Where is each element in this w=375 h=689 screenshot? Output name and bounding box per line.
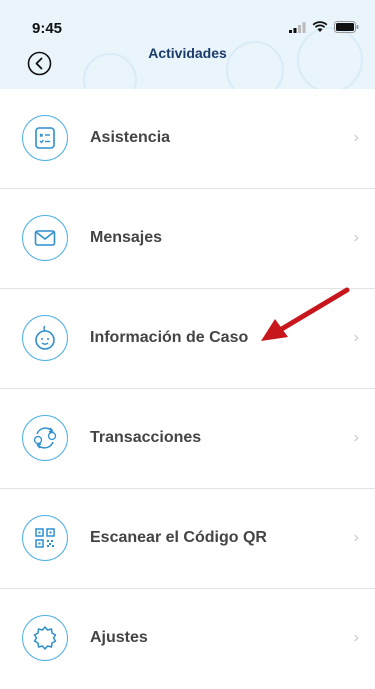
app-header: 9:45 Actividades <box>0 0 375 89</box>
status-time: 9:45 <box>32 20 63 37</box>
red-arrow-annotation <box>261 287 350 341</box>
menu-item-label: Asistencia <box>90 129 171 146</box>
menu-item-ajustes[interactable]: Ajustes › <box>0 589 375 689</box>
menu-item-transacciones[interactable]: Transacciones › <box>0 389 375 489</box>
settings-gear-icon <box>22 615 68 661</box>
menu-item-label: Información de Caso <box>90 329 249 346</box>
activities-list: Asistencia › Mensajes › Información de C… <box>0 89 375 689</box>
qr-code-icon <box>22 515 68 561</box>
exchange-people-icon <box>22 415 68 461</box>
chevron-right-icon: › <box>353 429 359 446</box>
menu-item-label: Escanear el Código QR <box>90 529 267 546</box>
wifi-icon <box>312 21 328 32</box>
chevron-right-icon: › <box>353 629 359 646</box>
chevron-right-icon: › <box>353 529 359 546</box>
baby-face-icon <box>22 315 68 361</box>
status-icons <box>289 21 359 33</box>
menu-item-mensajes[interactable]: Mensajes › <box>0 189 375 289</box>
menu-item-escanear-qr[interactable]: Escanear el Código QR › <box>0 489 375 589</box>
page-title: Actividades <box>148 45 227 61</box>
signal-bars-icon <box>289 21 306 33</box>
battery-icon <box>334 21 359 33</box>
menu-item-label: Ajustes <box>90 629 148 646</box>
menu-item-asistencia[interactable]: Asistencia › <box>0 89 375 189</box>
menu-item-label: Mensajes <box>90 229 163 246</box>
envelope-icon <box>22 215 68 261</box>
attendance-list-icon <box>22 115 68 161</box>
menu-item-label: Transacciones <box>90 429 202 446</box>
chevron-right-icon: › <box>353 229 359 246</box>
chevron-right-icon: › <box>353 129 359 146</box>
